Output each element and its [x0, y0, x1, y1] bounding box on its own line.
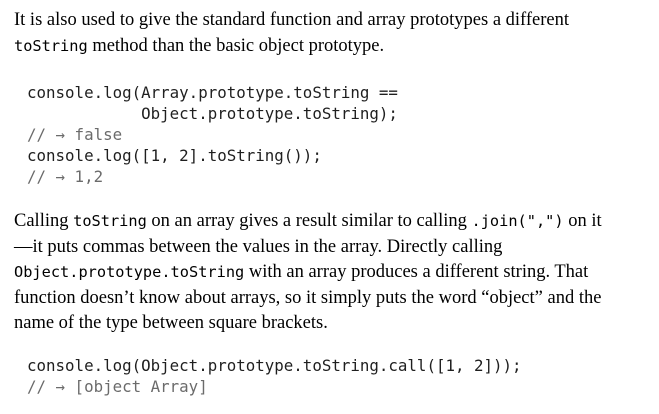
inline-code-tostring: toString	[73, 212, 147, 230]
code-block-compare-tostring: console.log(Array.prototype.toString == …	[14, 82, 398, 187]
paragraph-text: on an array gives a result similar to ca…	[146, 211, 472, 231]
paragraph-text: It is also used to give the standard fun…	[14, 10, 570, 30]
code-block-call-tostring: console.log(Object.prototype.toString.ca…	[14, 355, 522, 397]
paragraph-text: with an array produces a different strin…	[244, 262, 589, 282]
inline-code-object-prototype-tostring: Object.prototype.toString	[14, 263, 245, 281]
code-comment: // → false	[27, 125, 123, 144]
code-comment: // → [object Array]	[27, 377, 208, 396]
inline-code-tostring: toString	[14, 36, 88, 55]
paragraph-intro: It is also used to give the standard fun…	[14, 8, 569, 59]
inline-code-join: .join(",")	[471, 212, 564, 230]
paragraph-text: Calling	[14, 211, 74, 231]
code-comment: // → 1,2	[27, 167, 104, 186]
code-line: console.log([1, 2].toString());	[27, 146, 322, 165]
paragraph-text: name of the type between square brackets…	[14, 313, 328, 333]
paragraph-join-explanation: Calling toString on an array gives a res…	[14, 209, 602, 337]
code-line: Object.prototype.toString);	[27, 104, 398, 123]
paragraph-text: on it	[563, 211, 602, 231]
paragraph-text: —it puts commas between the values in th…	[14, 236, 503, 257]
paragraph-text: function doesn’t know about arrays, so i…	[14, 287, 602, 308]
paragraph-text: method than the basic object prototype.	[87, 35, 385, 56]
code-line: console.log(Object.prototype.toString.ca…	[27, 356, 522, 375]
code-line: console.log(Array.prototype.toString ==	[27, 83, 398, 102]
